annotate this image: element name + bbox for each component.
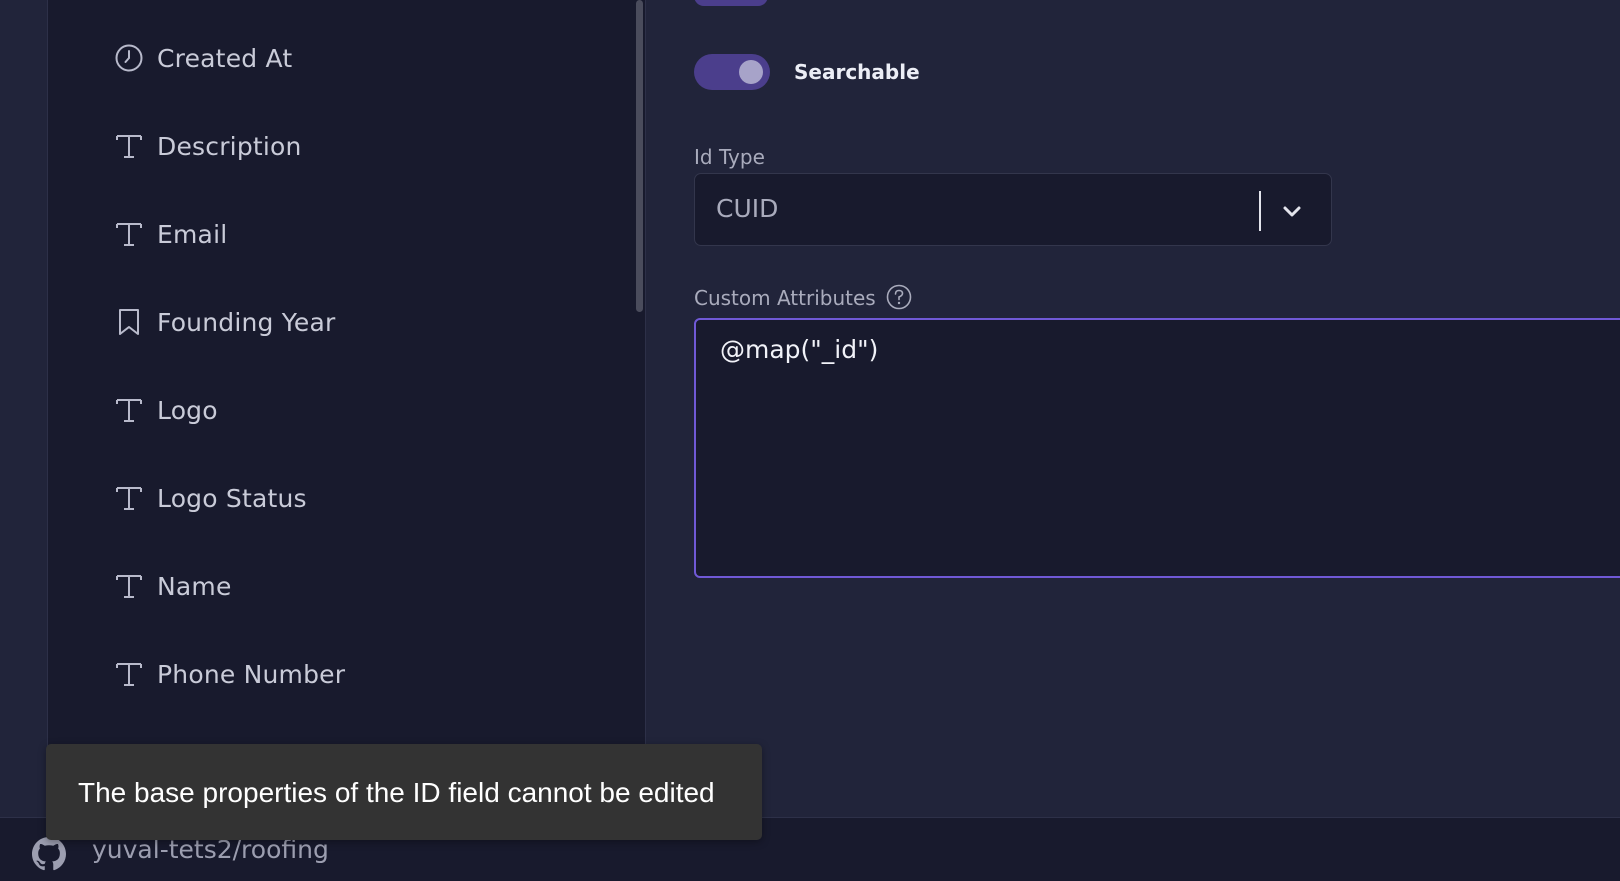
field-item-logo-status[interactable]: Logo Status — [114, 478, 307, 518]
field-item-label: Created At — [157, 43, 293, 73]
field-item-label: Email — [157, 219, 228, 249]
field-item-description[interactable]: Description — [114, 126, 302, 166]
chevron-down-icon[interactable] — [1275, 194, 1309, 228]
field-item-created-at[interactable]: Created At — [114, 38, 292, 78]
id-type-label: Id Type — [694, 145, 765, 169]
bookmark-icon — [114, 307, 144, 337]
custom-attributes-textarea[interactable]: @map("_id") — [694, 318, 1620, 578]
tooltip: The base properties of the ID field cann… — [46, 744, 762, 840]
custom-attributes-value: @map("_id") — [720, 335, 879, 364]
left-nav-strip — [0, 0, 48, 817]
text-icon — [114, 395, 144, 425]
toggle-above-partial[interactable] — [694, 0, 768, 6]
field-item-logo[interactable]: Logo — [114, 390, 218, 430]
field-item-name[interactable]: Name — [114, 566, 232, 606]
searchable-label: Searchable — [794, 60, 920, 84]
id-type-select[interactable]: CUID — [694, 173, 1332, 246]
field-item-label: Phone Number — [157, 659, 346, 689]
searchable-toggle[interactable] — [694, 54, 770, 90]
text-icon — [114, 571, 144, 601]
custom-attributes-label: Custom Attributes — [694, 286, 876, 310]
field-item-label: Founding Year — [157, 307, 336, 337]
field-item-label: Logo Status — [157, 483, 307, 513]
text-icon — [114, 219, 144, 249]
field-item-label: Description — [157, 131, 302, 161]
field-item-phone-number[interactable]: Phone Number — [114, 654, 345, 694]
select-separator — [1259, 191, 1261, 231]
help-icon[interactable] — [885, 283, 913, 311]
field-item-label: Logo — [157, 395, 218, 425]
field-item-email[interactable]: Email — [114, 214, 227, 254]
tooltip-text: The base properties of the ID field cann… — [78, 777, 715, 808]
text-icon — [114, 659, 144, 689]
field-item-label: Name — [157, 571, 232, 601]
github-icon[interactable] — [32, 837, 66, 871]
text-icon — [114, 131, 144, 161]
id-type-value: CUID — [716, 194, 779, 223]
field-item-founding-year[interactable]: Founding Year — [114, 302, 335, 342]
text-icon — [114, 483, 144, 513]
clock-icon — [114, 43, 144, 73]
field-list-scrollbar[interactable] — [636, 0, 643, 312]
toggle-knob — [739, 60, 763, 84]
